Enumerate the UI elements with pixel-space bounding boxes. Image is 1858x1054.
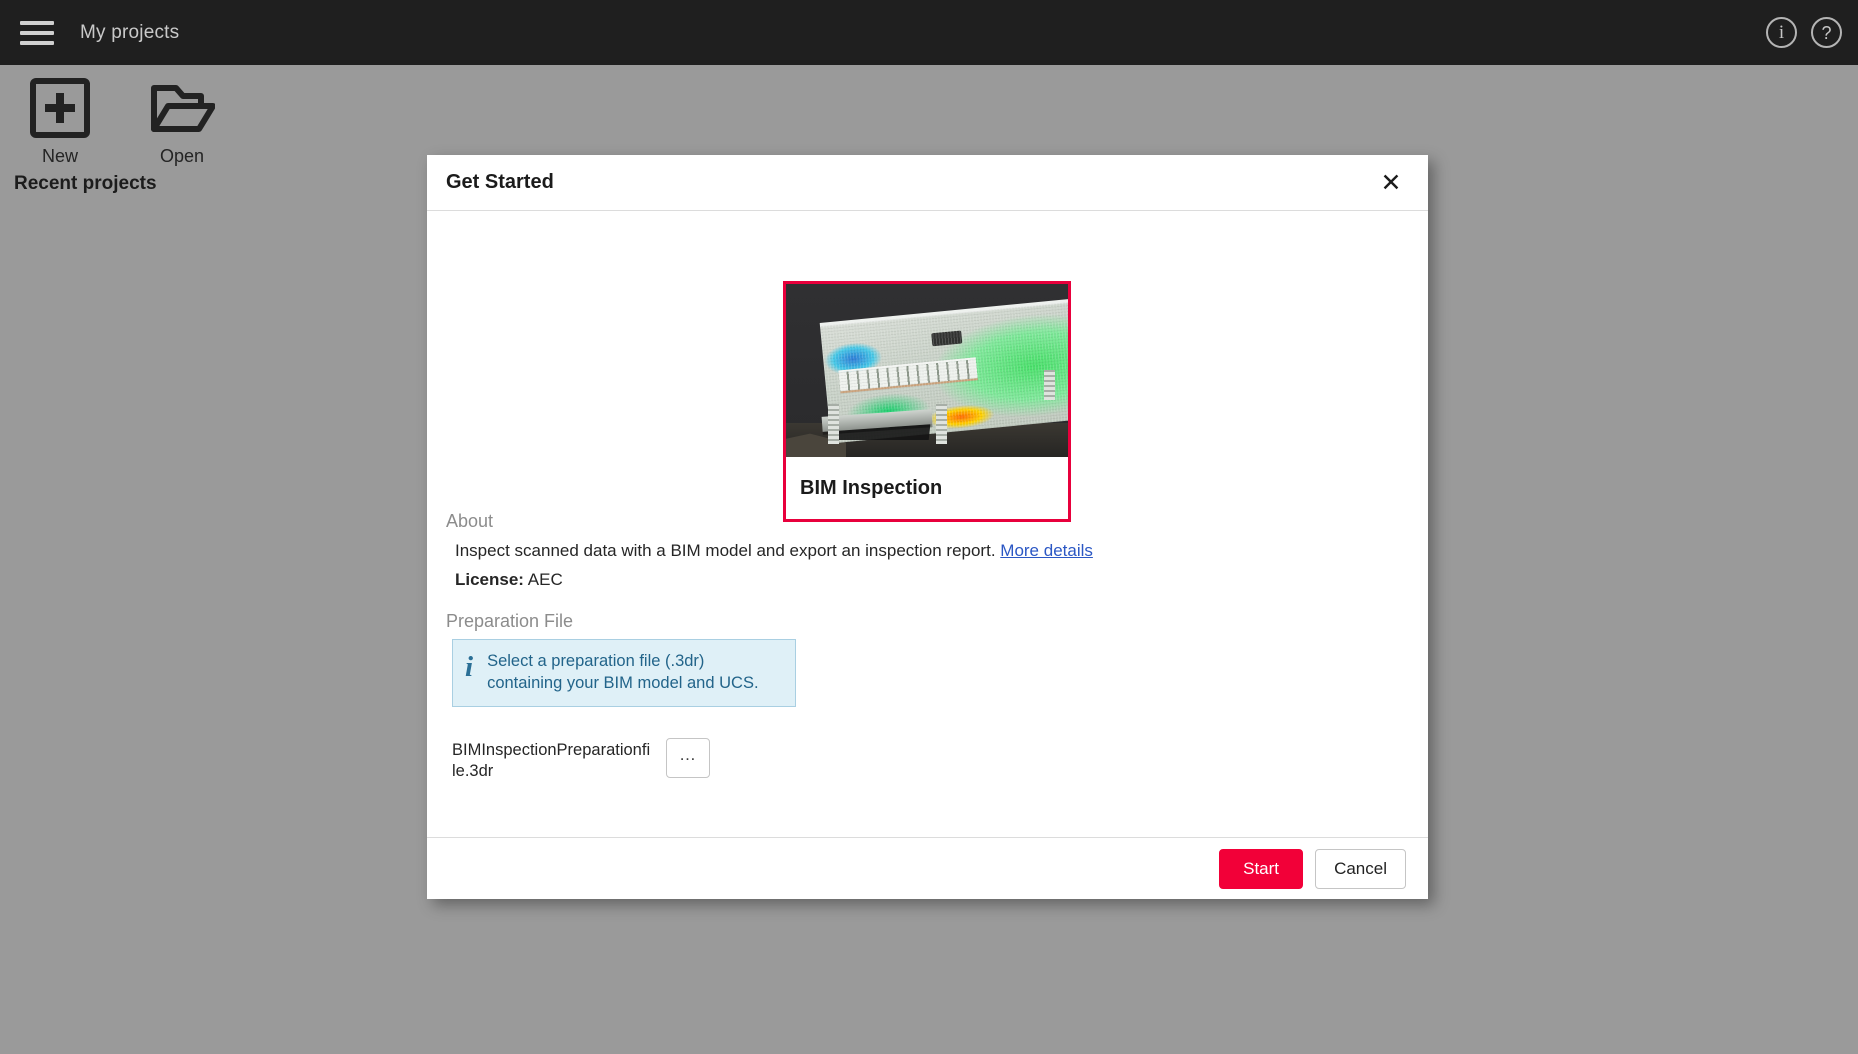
more-details-link[interactable]: More details	[1000, 541, 1093, 560]
preparation-file-name: BIMInspectionPreparationfile.3dr	[452, 738, 652, 783]
recent-projects-heading: Recent projects	[14, 173, 157, 195]
workflow-card-bim-inspection[interactable]: BIM Inspection	[783, 281, 1071, 522]
start-button[interactable]: Start	[1219, 849, 1303, 889]
hamburger-bar	[20, 21, 54, 25]
preparation-file-row: BIMInspectionPreparationfile.3dr …	[452, 738, 710, 783]
help-icon[interactable]: ?	[1811, 17, 1842, 48]
workflow-thumbnail	[786, 284, 1068, 457]
open-project-button[interactable]: Open	[136, 75, 228, 167]
info-banner-text: Select a preparation file (.3dr) contain…	[487, 651, 781, 695]
top-bar: My projects i ?	[0, 0, 1858, 65]
license-label: License:	[455, 570, 524, 589]
workflow-card-label: BIM Inspection	[786, 457, 1068, 519]
hamburger-bar	[20, 41, 54, 45]
dialog-body: BIM Inspection About Inspect scanned dat…	[427, 211, 1428, 837]
page-title: My projects	[80, 22, 179, 44]
about-description-text: Inspect scanned data with a BIM model an…	[455, 541, 996, 560]
about-description: Inspect scanned data with a BIM model an…	[455, 541, 1093, 561]
new-project-label: New	[42, 146, 78, 167]
open-folder-icon	[149, 75, 215, 141]
preparation-file-section-label: Preparation File	[446, 611, 573, 632]
dialog-header: Get Started ✕	[427, 155, 1428, 211]
topbar-actions: i ?	[1766, 17, 1842, 48]
about-section-label: About	[446, 511, 493, 532]
license-value: AEC	[528, 570, 563, 589]
license-line: License: AEC	[455, 570, 563, 590]
get-started-dialog: Get Started ✕ BIM Inspection	[427, 155, 1428, 899]
dialog-title: Get Started	[446, 171, 554, 194]
hamburger-icon[interactable]	[20, 21, 54, 45]
project-action-bar: New Open	[14, 75, 228, 167]
cancel-button[interactable]: Cancel	[1315, 849, 1406, 889]
dialog-footer: Start Cancel	[427, 837, 1428, 899]
new-project-button[interactable]: New	[14, 75, 106, 167]
close-icon[interactable]: ✕	[1376, 168, 1406, 198]
new-project-icon	[30, 75, 90, 141]
info-icon[interactable]: i	[1766, 17, 1797, 48]
open-project-label: Open	[160, 146, 204, 167]
hamburger-bar	[20, 31, 54, 35]
browse-file-button[interactable]: …	[666, 738, 710, 778]
info-italic-i-icon: i	[465, 651, 473, 682]
info-banner: i Select a preparation file (.3dr) conta…	[452, 639, 796, 707]
